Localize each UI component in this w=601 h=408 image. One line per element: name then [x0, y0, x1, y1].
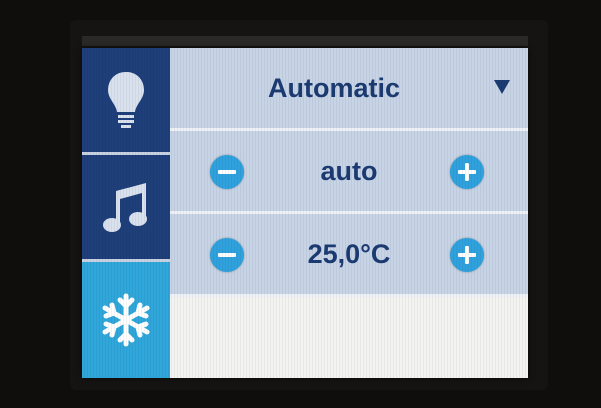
mode-label: Automatic — [268, 72, 401, 103]
empty-area — [170, 297, 528, 378]
device-frame: Automatic auto 25,0°C — [0, 0, 601, 408]
fan-decrease-button[interactable] — [210, 155, 244, 189]
fan-increase-button[interactable] — [450, 155, 484, 189]
climate-panel: Automatic auto 25,0°C — [170, 48, 528, 378]
minus-icon — [218, 253, 236, 257]
sidebar — [82, 48, 170, 378]
sidebar-item-climate[interactable] — [82, 262, 170, 378]
screen-top-strip — [82, 36, 528, 46]
dropdown-arrow-icon[interactable] — [494, 80, 510, 94]
temperature-row: 25,0°C — [170, 214, 528, 297]
mode-dropdown[interactable]: Automatic — [170, 48, 528, 131]
lightbulb-icon — [108, 72, 144, 128]
temperature-decrease-button[interactable] — [210, 238, 244, 272]
sidebar-item-light[interactable] — [82, 48, 170, 155]
fan-row: auto — [170, 131, 528, 214]
sidebar-item-audio[interactable] — [82, 155, 170, 262]
music-note-icon — [103, 183, 147, 232]
touch-screen: Automatic auto 25,0°C — [82, 48, 528, 378]
minus-icon — [218, 170, 236, 174]
snowflake-icon — [102, 293, 150, 347]
temperature-increase-button[interactable] — [450, 238, 484, 272]
